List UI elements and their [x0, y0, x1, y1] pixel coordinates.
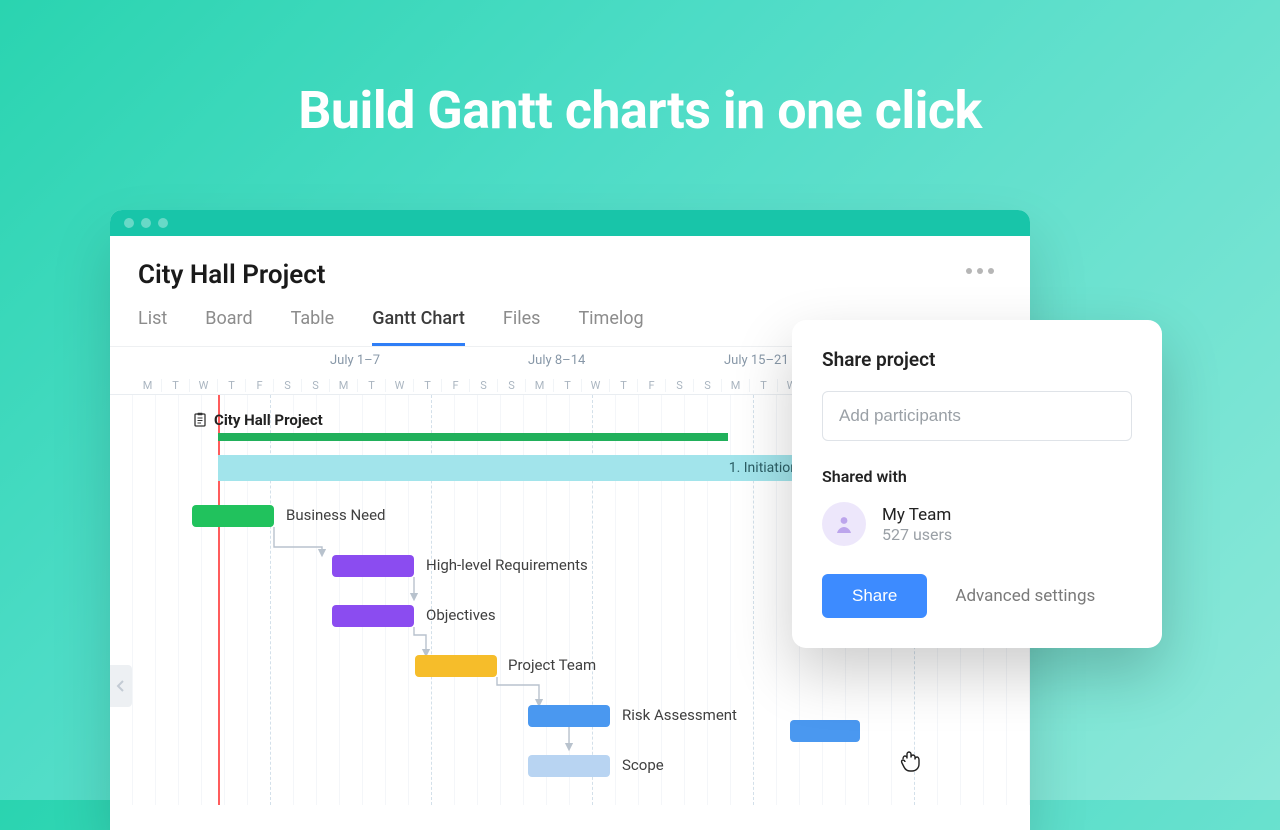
day-cell: F	[246, 379, 274, 392]
task-label: Scope	[622, 756, 664, 774]
day-cell: T	[610, 379, 638, 392]
hero-title: Build Gantt charts in one click	[0, 80, 1280, 141]
task-label: Objectives	[426, 606, 496, 624]
task-bar-drag[interactable]	[790, 720, 860, 742]
team-name: My Team	[882, 505, 952, 525]
task-bar-risk-assessment[interactable]	[528, 705, 610, 727]
phase-bar[interactable]: 1. Initiation	[218, 455, 810, 481]
team-row[interactable]: My Team 527 users	[822, 502, 1132, 546]
more-menu-icon[interactable]	[958, 260, 1002, 282]
day-cell: M	[330, 379, 358, 392]
traffic-max-icon[interactable]	[158, 218, 168, 228]
day-cell: M	[526, 379, 554, 392]
day-cell: T	[414, 379, 442, 392]
task-bar-objectives[interactable]	[332, 605, 414, 627]
day-cell: S	[498, 379, 526, 392]
day-cell: W	[190, 379, 218, 392]
phase-label: 1. Initiation	[729, 460, 798, 476]
day-cell: F	[638, 379, 666, 392]
day-cell: T	[750, 379, 778, 392]
day-cell: S	[666, 379, 694, 392]
tab-timelog[interactable]: Timelog	[578, 308, 643, 346]
tab-files[interactable]: Files	[503, 308, 541, 346]
day-cell: F	[442, 379, 470, 392]
task-bar-project-team[interactable]	[415, 655, 497, 677]
share-button[interactable]: Share	[822, 574, 927, 618]
day-cell: T	[358, 379, 386, 392]
day-cell: W	[386, 379, 414, 392]
week-label: July 15–21	[724, 353, 789, 368]
tab-gantt[interactable]: Gantt Chart	[372, 308, 465, 346]
clipboard-icon	[192, 412, 208, 428]
tab-list[interactable]: List	[138, 308, 167, 346]
window-chrome	[110, 210, 1030, 236]
day-cell: S	[302, 379, 330, 392]
advanced-settings-link[interactable]: Advanced settings	[955, 586, 1095, 606]
task-bar-scope[interactable]	[528, 755, 610, 777]
team-avatar-icon	[822, 502, 866, 546]
traffic-close-icon[interactable]	[124, 218, 134, 228]
task-label: Business Need	[286, 506, 386, 524]
team-count: 527 users	[882, 525, 952, 544]
task-bar-business-need[interactable]	[192, 505, 274, 527]
day-cell: W	[582, 379, 610, 392]
shared-with-label: Shared with	[822, 467, 1132, 486]
project-title: City Hall Project	[138, 260, 326, 290]
task-label: Risk Assessment	[622, 706, 737, 724]
participants-input[interactable]	[822, 391, 1132, 441]
week-label: July 8–14	[528, 353, 585, 368]
tab-table[interactable]: Table	[291, 308, 335, 346]
traffic-min-icon[interactable]	[141, 218, 151, 228]
tab-board[interactable]: Board	[205, 308, 252, 346]
day-cell: T	[218, 379, 246, 392]
share-popup: Share project Shared with My Team 527 us…	[792, 320, 1162, 648]
gantt-project-label: City Hall Project	[192, 411, 323, 429]
week-label: July 1–7	[330, 353, 380, 368]
day-cell: S	[470, 379, 498, 392]
task-label: High-level Requirements	[426, 556, 588, 574]
project-track[interactable]	[218, 433, 728, 441]
task-label: Project Team	[508, 656, 596, 674]
scroll-left-nub[interactable]	[110, 665, 132, 707]
popup-title: Share project	[822, 348, 1132, 371]
day-cell: T	[162, 379, 190, 392]
day-cell: S	[274, 379, 302, 392]
task-bar-high-level-req[interactable]	[332, 555, 414, 577]
day-cell: M	[722, 379, 750, 392]
day-cell: M	[134, 379, 162, 392]
day-cell: T	[554, 379, 582, 392]
day-cell: S	[694, 379, 722, 392]
grab-cursor-icon	[896, 745, 924, 773]
